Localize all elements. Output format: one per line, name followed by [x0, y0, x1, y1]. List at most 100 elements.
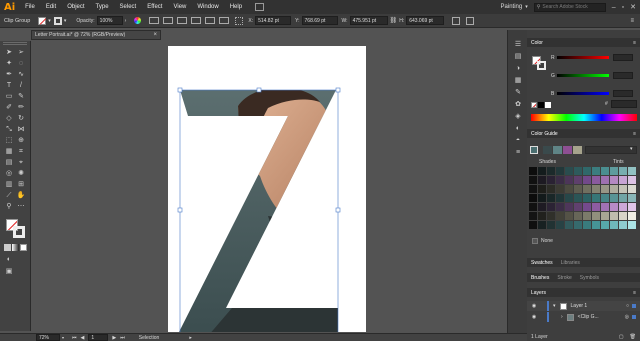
color-channel-g[interactable]: G — [551, 71, 637, 80]
stroke-swatch[interactable] — [53, 16, 62, 25]
menu-window[interactable]: Window — [197, 4, 218, 10]
guide-swatch[interactable] — [628, 185, 636, 193]
appearance-icon[interactable]: ◐ — [513, 124, 523, 133]
guide-swatch[interactable] — [547, 194, 555, 202]
guide-swatch[interactable] — [538, 185, 546, 193]
tools-grip[interactable] — [3, 42, 27, 45]
guide-swatch[interactable] — [601, 167, 609, 175]
align-icon[interactable] — [191, 17, 202, 24]
expand-layer-icon[interactable]: › — [561, 314, 563, 320]
opacity-field[interactable]: 100% — [96, 16, 123, 25]
color-guide-tab[interactable]: Color Guide — [531, 131, 558, 137]
guide-swatch[interactable] — [619, 203, 627, 211]
guide-swatch[interactable] — [556, 185, 564, 193]
guide-swatch[interactable] — [574, 176, 582, 184]
guide-swatch[interactable] — [601, 203, 609, 211]
guide-swatch[interactable] — [529, 167, 537, 175]
menu-select[interactable]: Select — [120, 4, 137, 10]
close-tab-icon[interactable]: × — [153, 32, 157, 38]
target-icon[interactable]: ◎ — [625, 314, 629, 320]
rotate-tool-icon[interactable]: ↻ — [16, 114, 26, 123]
rectangle-tool-icon[interactable]: ▭ — [4, 92, 14, 101]
guide-swatch[interactable] — [610, 194, 618, 202]
stroke-icon[interactable]: ≡ — [513, 148, 523, 157]
guide-swatch[interactable] — [529, 203, 537, 211]
guide-swatch[interactable] — [619, 185, 627, 193]
selected-art-indicator[interactable] — [632, 304, 636, 308]
layer-row[interactable]: ◉ › <Clip G... ◎ — [527, 312, 640, 322]
menu-edit[interactable]: Edit — [46, 4, 56, 10]
guide-swatch[interactable] — [565, 194, 573, 202]
target-icon[interactable]: ○ — [626, 303, 629, 309]
blend-tool-icon[interactable]: ◎ — [4, 169, 14, 178]
align-icon[interactable] — [163, 17, 174, 24]
scale-tool-icon[interactable]: ⤡ — [4, 125, 14, 134]
symbols-icon[interactable]: ✿ — [513, 100, 523, 109]
color-white-swatch[interactable] — [545, 102, 551, 108]
harmony-swatches[interactable] — [543, 146, 583, 154]
chevron-right-icon[interactable]: ▸ — [189, 335, 192, 341]
width-tool-icon[interactable]: ⋈ — [16, 125, 26, 134]
guide-swatch[interactable] — [619, 176, 627, 184]
gradient-mode-icon[interactable] — [12, 244, 19, 251]
guide-swatch[interactable] — [538, 203, 546, 211]
guide-swatch[interactable] — [529, 185, 537, 193]
color-icon[interactable]: ◑ — [513, 64, 523, 73]
guide-swatch[interactable] — [565, 203, 573, 211]
mesh-tool-icon[interactable]: ⌗ — [16, 147, 26, 156]
artboard[interactable] — [168, 46, 366, 332]
minimize-icon[interactable]: – — [612, 4, 616, 11]
guide-swatch[interactable] — [556, 203, 564, 211]
guide-swatch[interactable] — [529, 221, 537, 229]
chevron-down-icon[interactable]: ▾ — [64, 18, 67, 24]
guide-swatch[interactable] — [592, 221, 600, 229]
guide-swatch[interactable] — [538, 221, 546, 229]
lasso-tool-icon[interactable]: ◌ — [16, 59, 26, 68]
curvature-tool-icon[interactable]: ∿ — [16, 70, 26, 79]
guide-swatch[interactable] — [556, 176, 564, 184]
layer-name[interactable]: <Clip G... — [578, 314, 599, 320]
stock-search-field[interactable]: ⚲ Search Adobe Stock — [533, 2, 606, 12]
previous-artboard-icon[interactable]: ◀ — [81, 335, 85, 341]
guide-swatch[interactable] — [628, 176, 636, 184]
magic-wand-tool-icon[interactable]: ✦ — [4, 59, 14, 68]
guide-swatch[interactable] — [628, 221, 636, 229]
guide-swatch[interactable] — [583, 194, 591, 202]
guide-swatch[interactable] — [619, 167, 627, 175]
guide-swatch[interactable] — [619, 194, 627, 202]
symbols-tab[interactable]: Symbols — [580, 275, 599, 281]
guide-swatch[interactable] — [547, 185, 555, 193]
guide-swatch[interactable] — [574, 167, 582, 175]
guide-swatch[interactable] — [538, 194, 546, 202]
guide-swatch[interactable] — [619, 212, 627, 220]
color-fill-stroke[interactable] — [532, 56, 546, 70]
guide-swatch[interactable] — [529, 194, 537, 202]
swatches-tab[interactable]: Swatches — [531, 260, 553, 266]
chevron-down-icon[interactable]: ▾ — [525, 4, 528, 10]
harmony-swatch[interactable] — [573, 146, 582, 154]
guide-swatch[interactable] — [610, 221, 618, 229]
document-tab[interactable]: Letter Portrait.ai* @ 72% (RGB/Preview) … — [31, 30, 161, 40]
last-artboard-icon[interactable]: ⏭ — [120, 335, 125, 341]
isolate-icon[interactable] — [466, 16, 475, 25]
guide-swatch[interactable] — [556, 212, 564, 220]
first-artboard-icon[interactable]: ⏮ — [72, 335, 77, 341]
guide-swatch[interactable] — [529, 176, 537, 184]
w-field[interactable]: 475.951 pt — [349, 16, 388, 25]
eyedropper-tool-icon[interactable]: ⌖ — [16, 158, 26, 167]
edit-toolbar-icon[interactable]: ⋯ — [16, 202, 26, 211]
color-channel-b[interactable]: B — [551, 89, 637, 98]
guide-swatch[interactable] — [547, 167, 555, 175]
guide-swatch[interactable] — [610, 167, 618, 175]
guide-swatch[interactable] — [610, 176, 618, 184]
guide-swatch[interactable] — [601, 185, 609, 193]
zoom-tool-icon[interactable]: ⚲ — [4, 202, 14, 211]
guide-swatch[interactable] — [565, 176, 573, 184]
color-channel-r[interactable]: R — [551, 53, 637, 62]
guide-swatch[interactable] — [628, 212, 636, 220]
guide-swatch[interactable] — [601, 221, 609, 229]
color-spectrum[interactable] — [531, 114, 637, 121]
align-icon[interactable] — [219, 17, 230, 24]
workspace-switcher[interactable]: Painting — [501, 4, 523, 10]
symbol-sprayer-tool-icon[interactable]: ✺ — [16, 169, 26, 178]
